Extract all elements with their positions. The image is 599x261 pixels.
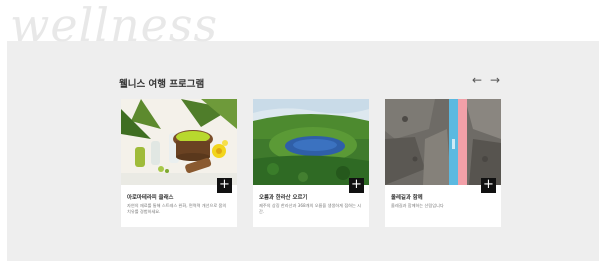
olle-trail-image [385,99,501,185]
card-description: 자연의 재료를 통해 스트레스 완화, 면역력 개선으로 몸의 치유를 경험하세… [127,203,227,215]
next-arrow-icon[interactable]: → [490,73,500,87]
card-title: 올레길과 함께 [391,195,423,201]
prev-arrow-icon[interactable]: ← [472,73,482,87]
section-title: 웰니스 여행 프로그램 [119,79,205,90]
program-card-aromatherapy[interactable]: + 아로마테라피 클래스 자연의 재료를 통해 스트레스 완화, 면역력 개선으… [121,99,237,227]
plus-icon[interactable]: + [481,178,496,193]
plus-icon[interactable]: + [349,178,364,193]
card-description: 올레길과 함께하는 산림입니다 [391,203,444,208]
wellness-watermark: wellness [10,0,219,52]
plus-icon[interactable]: + [217,178,232,193]
card-title: 아로마테라피 클래스 [127,195,174,201]
card-description: 제주의 상징 한라산과 368개의 오름을 생생하게 접하는 시간. [259,203,362,215]
card-title: 오름과 한라산 오르기 [259,195,308,201]
program-card-olle[interactable]: + 올레길과 함께 올레길과 함께하는 산림입니다 [385,99,501,227]
aromatherapy-image [121,99,237,185]
program-card-hallasan[interactable]: + 오름과 한라산 오르기 제주의 상징 한라산과 368개의 오름을 생생하게… [253,99,369,227]
hallasan-crater-image [253,99,369,185]
